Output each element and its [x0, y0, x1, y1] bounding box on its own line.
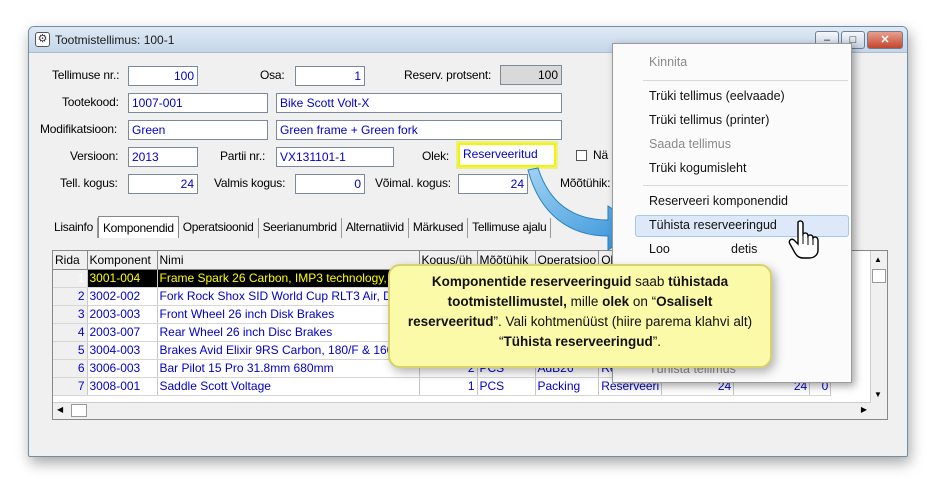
batch-label: Partii nr.:: [220, 149, 266, 163]
order-no-field[interactable]: 100: [128, 66, 198, 86]
cell-rida[interactable]: 7: [53, 377, 88, 396]
scroll-right-icon[interactable]: ▶: [861, 405, 867, 414]
tab-komponendid[interactable]: Komponendid: [97, 216, 179, 238]
hscroll-thumb[interactable]: [71, 404, 87, 417]
cell-rida[interactable]: 3: [53, 305, 88, 324]
menu-item-print-preview[interactable]: Trüki tellimus (eelvaade): [649, 89, 785, 103]
cell-nimi[interactable]: Fork Rock Shox SID World Cup RLT3 Air, D: [157, 287, 420, 306]
scroll-down-icon[interactable]: ▼: [874, 390, 882, 399]
cell-nimi[interactable]: Saddle Scott Voltage: [157, 377, 420, 396]
finished-qty-label: Valmis kogus:: [214, 176, 286, 190]
tab-lisainfo[interactable]: Lisainfo: [50, 218, 98, 238]
callout-text: Komponentide reserveeringuid: [431, 274, 632, 289]
product-code-field[interactable]: 1007-001: [128, 93, 268, 113]
cell-komponent[interactable]: 3006-003: [87, 359, 158, 378]
window-title: Tootmistellimus: 100-1: [55, 33, 175, 47]
callout-text: Tühista reserveeringud: [503, 334, 653, 349]
scroll-left-icon[interactable]: ◀: [57, 405, 63, 414]
finished-qty-field[interactable]: 0: [295, 174, 365, 194]
menu-item-send-order[interactable]: Saada tellimus: [649, 137, 731, 151]
cell-komponent[interactable]: 2003-007: [87, 323, 158, 342]
modification-label: Modifikatsioon:: [40, 122, 118, 136]
batch-field[interactable]: VX131101-1: [276, 147, 394, 167]
cell-komponent[interactable]: 3008-001: [87, 377, 158, 396]
product-code-label: Tootekood:: [62, 95, 119, 109]
menu-item-reserve-components[interactable]: Reserveeri komponendid: [649, 194, 788, 208]
cell-rida[interactable]: 4: [53, 323, 88, 342]
product-name-field[interactable]: Bike Scott Volt-X: [276, 93, 562, 113]
cell-nimi[interactable]: Brakes Avid Elixir 9RS Carbon, 180/F & 1…: [157, 341, 420, 360]
scroll-thumb[interactable]: [872, 269, 886, 283]
status-label: Olek:: [422, 149, 450, 163]
cell-komponent[interactable]: 3004-003: [87, 341, 158, 360]
tab-operatsioonid[interactable]: Operatsioonid: [179, 218, 259, 238]
callout-text: saab: [631, 274, 669, 289]
info-callout: Komponentide reserveeringuid saab tühist…: [388, 264, 772, 368]
cell-komponent[interactable]: 2003-003: [87, 305, 158, 324]
menu-item-print-picklist[interactable]: Trüki kogumisleht: [649, 161, 747, 175]
part-label: Osa:: [260, 68, 285, 82]
order-no-label: Tellimuse nr.:: [52, 68, 120, 82]
col-header[interactable]: Nimi: [157, 251, 420, 270]
menu-item-kinnita[interactable]: Kinnita: [649, 55, 687, 69]
tab-alternatiivid[interactable]: Alternatiivid: [342, 218, 409, 238]
menu-separator: [643, 80, 848, 81]
col-header[interactable]: Komponent: [87, 251, 158, 270]
version-field[interactable]: 2013: [128, 147, 198, 167]
tab-bar: Lisainfo Komponendid Operatsioonid Seeri…: [50, 216, 552, 238]
cell-rida[interactable]: 6: [53, 359, 88, 378]
reserv-pct-label: Reserv. protsent:: [404, 68, 492, 82]
col-header[interactable]: Rida: [53, 251, 88, 270]
cell-nimi[interactable]: Frame Spark 26 Carbon, IMP3 technology, …: [157, 269, 420, 288]
scroll-up-icon[interactable]: ▲: [874, 255, 882, 264]
close-button[interactable]: ✕: [867, 31, 903, 49]
menu-item-detis[interactable]: detis: [731, 242, 757, 256]
reserv-pct-field: 100: [500, 65, 562, 85]
cell-kogus[interactable]: 1: [419, 377, 478, 396]
app-icon: ⚙: [35, 32, 50, 47]
cell-nimi[interactable]: Bar Pilot 15 Pro 31.8mm 680mm: [157, 359, 420, 378]
modification-desc-field[interactable]: Green frame + Green fork: [276, 120, 562, 140]
hand-cursor-icon: [788, 220, 819, 259]
cell-nimi[interactable]: Rear Wheel 26 inch Disc Brakes: [157, 323, 420, 342]
cell-op[interactable]: Packing: [535, 377, 600, 396]
menu-separator: [643, 185, 848, 186]
callout-text: mille: [566, 294, 603, 309]
menu-item-print-printer[interactable]: Trüki tellimus (printer): [649, 113, 769, 127]
part-field[interactable]: 1: [295, 66, 365, 86]
cell-rida[interactable]: 2: [53, 287, 88, 306]
callout-text: olek: [602, 294, 630, 309]
cell-komponent[interactable]: 3001-004: [87, 269, 158, 288]
tab-markused[interactable]: Märkused: [409, 218, 469, 238]
cell-rida[interactable]: 1: [53, 269, 88, 288]
callout-text: on “: [629, 294, 657, 309]
cell-komponent[interactable]: 3002-002: [87, 287, 158, 306]
tab-seerianumbrid[interactable]: Seerianumbrid: [259, 218, 342, 238]
menu-item-cancel-reservations[interactable]: Tühista reserveeringud: [649, 218, 777, 232]
cell-mootuhik[interactable]: PCS: [477, 377, 536, 396]
cell-nimi[interactable]: Front Wheel 26 inch Disk Brakes: [157, 305, 420, 324]
horizontal-scrollbar[interactable]: ◀ ▶: [53, 402, 871, 419]
vertical-scrollbar[interactable]: ▲ ▼: [870, 251, 887, 419]
callout-text: ”.: [652, 334, 662, 349]
ordered-qty-field[interactable]: 24: [128, 174, 198, 194]
possible-qty-field[interactable]: 24: [458, 174, 528, 194]
cell-rida[interactable]: 5: [53, 341, 88, 360]
menu-item-loo[interactable]: Loo: [649, 242, 670, 256]
possible-qty-label: Võimal. kogus:: [375, 176, 451, 190]
modification-field[interactable]: Green: [128, 120, 268, 140]
version-label: Versioon:: [70, 149, 119, 163]
ordered-qty-label: Tell. kogus:: [60, 176, 118, 190]
